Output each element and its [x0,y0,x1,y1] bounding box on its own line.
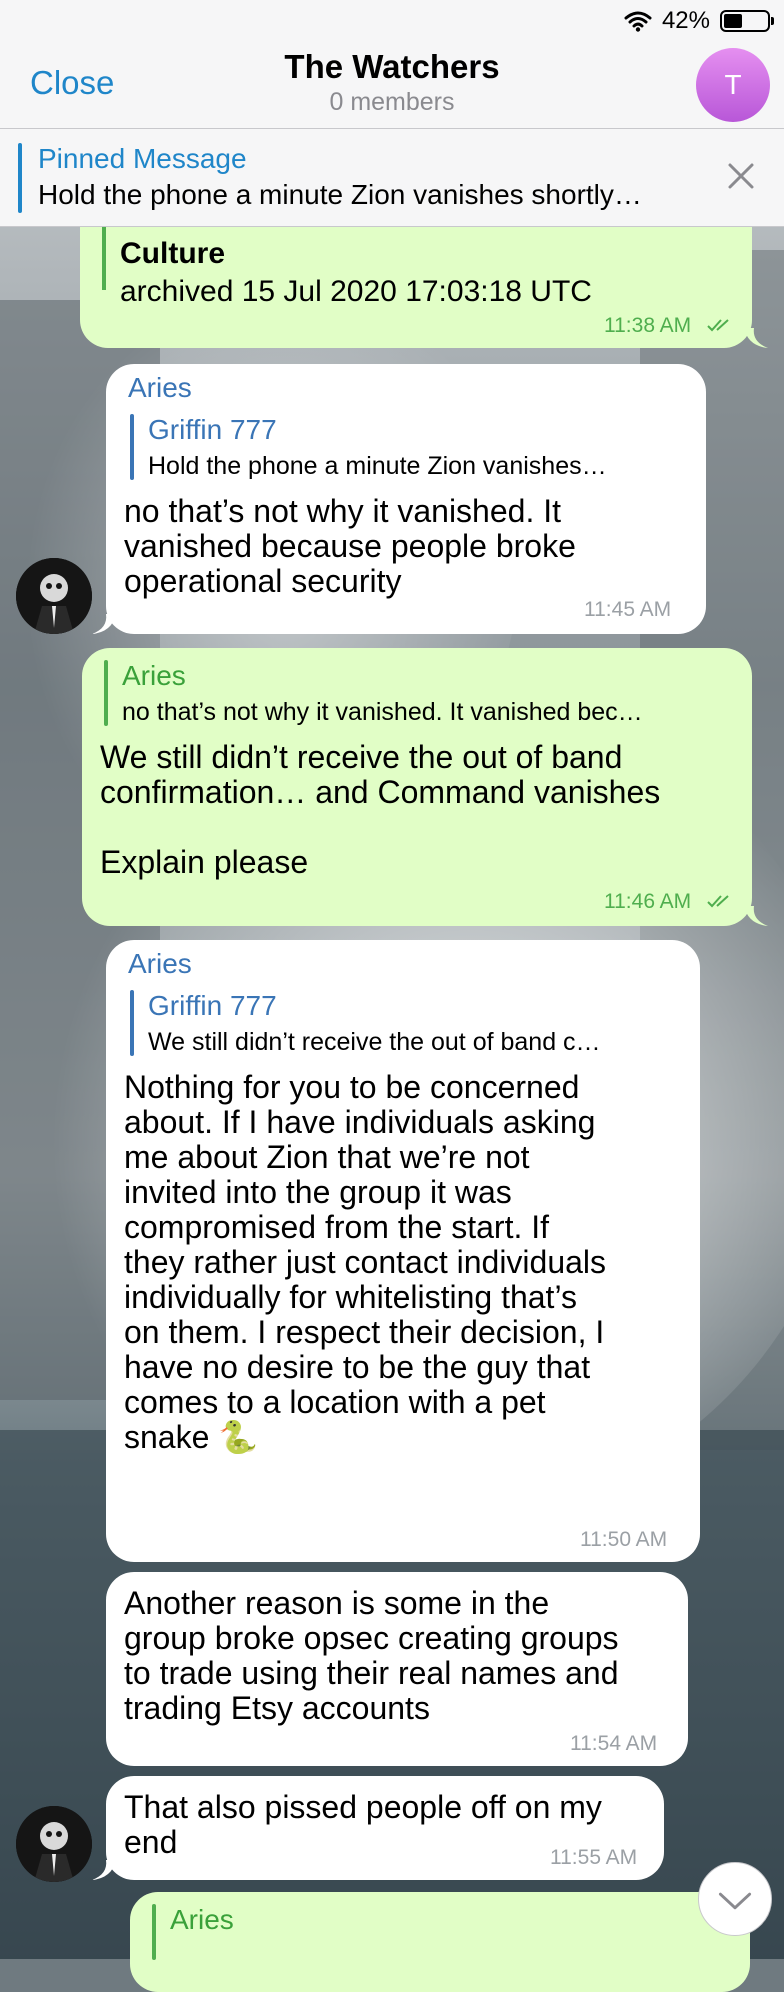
message-incoming[interactable]: Aries Griffin 777 We still didn’t receiv… [106,940,700,1562]
message-time: 11:54 AM [570,1732,658,1755]
message-text: no that’s not why it vanished. It vanish… [124,493,576,599]
reply-quote-text: Hold the phone a minute Zion vanishes… [148,452,607,480]
reply-quote-author: Griffin 777 [148,990,277,1021]
reply-quote-bar [104,660,108,726]
pinned-message-bar[interactable]: Pinned Message Hold the phone a minute Z… [0,129,784,227]
pinned-accent-bar [18,143,22,213]
message-time: 11:38 AM [604,314,692,337]
reply-quote[interactable]: Griffin 777 Hold the phone a minute Zion… [130,414,690,480]
sender-name[interactable]: Aries [128,372,192,404]
read-checkmarks-icon [707,319,729,332]
reply-quote-text: We still didn’t receive the out of band … [148,1028,601,1056]
reply-quote[interactable]: Aries [152,1904,652,1960]
reply-quote-bar [152,1904,156,1960]
reply-quote-author: Aries [170,1904,234,1935]
sender-name[interactable]: Aries [128,948,192,980]
reply-quote[interactable]: Aries no that’s not why it vanished. It … [104,660,734,726]
reply-quote-text: no that’s not why it vanished. It vanish… [122,698,643,726]
message-text: Nothing for you to be concerned about. I… [124,1069,607,1455]
member-count: 0 members [329,88,455,116]
reply-quote-bar [130,990,134,1056]
battery-icon [720,10,774,32]
battery-percent: 42% [661,7,710,34]
message-text: That also pissed people off on my end [124,1789,602,1860]
group-avatar[interactable]: T [696,48,770,122]
pinned-title: Pinned Message [38,143,247,174]
message-outgoing[interactable]: Aries [130,1892,750,1992]
read-checkmarks-icon [707,895,729,908]
message-incoming[interactable]: Aries Griffin 777 Hold the phone a minut… [106,364,706,634]
link-preview-bar [102,226,106,290]
message-time: 11:50 AM [580,1528,668,1551]
chevron-down-icon [718,1892,752,1910]
message-time: 11:46 AM [604,890,692,913]
avatar-image-icon [16,1806,92,1882]
reply-quote-bar [130,414,134,480]
close-icon[interactable] [724,159,758,193]
message-text: We still didn’t receive the out of band … [100,739,661,880]
message-time: 11:45 AM [584,598,672,621]
status-bar: 42% [624,6,774,36]
reply-quote-author: Aries [122,660,186,691]
message-time: 11:55 AM [550,1846,638,1869]
message-incoming[interactable]: That also pissed people off on my end 11… [106,1776,664,1880]
pinned-text: Hold the phone a minute Zion vanishes sh… [38,179,642,210]
avatar-image-icon [16,558,92,634]
message-outgoing[interactable]: Aries no that’s not why it vanished. It … [82,648,752,926]
chat-title[interactable]: The Watchers [0,48,784,86]
reply-quote[interactable]: Griffin 777 We still didn’t receive the … [130,990,684,1056]
scroll-to-bottom-button[interactable] [698,1862,772,1936]
link-preview-title: Culture [120,237,225,270]
battery-fill [724,14,742,28]
reply-quote-author: Griffin 777 [148,414,277,445]
user-avatar[interactable] [16,1806,92,1882]
wifi-icon [624,11,652,32]
message-text: Another reason is some in the group brok… [124,1585,619,1726]
message-incoming[interactable]: Another reason is some in the group brok… [106,1572,688,1766]
link-preview-text: archived 15 Jul 2020 17:03:18 UTC [120,275,592,308]
user-avatar[interactable] [16,558,92,634]
navigation-bar: 42% Close The Watchers 0 members T [0,0,784,129]
